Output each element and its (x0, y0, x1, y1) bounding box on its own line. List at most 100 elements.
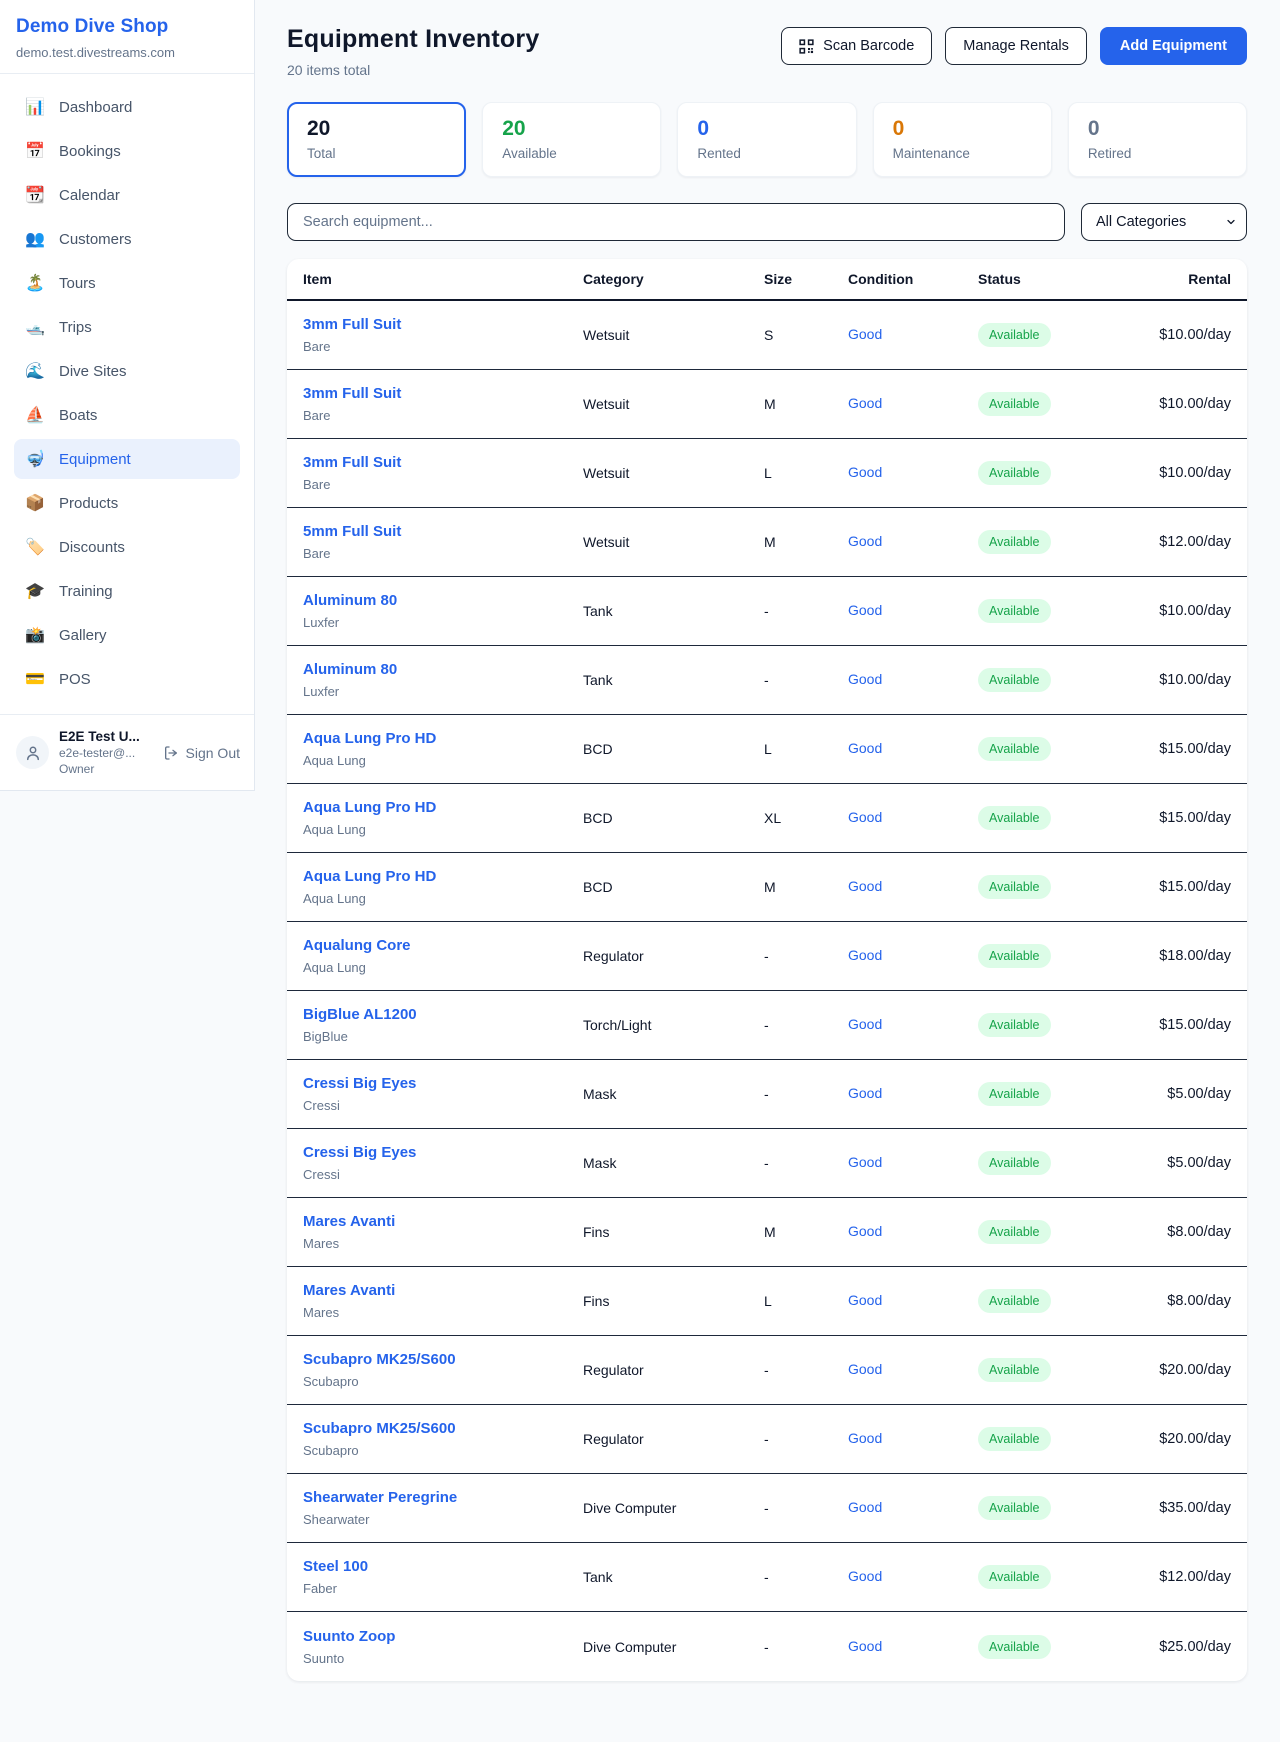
item-name-link[interactable]: Aluminum 80 (303, 661, 397, 678)
condition-link[interactable]: Good (848, 533, 882, 549)
item-name-link[interactable]: Aqualung Core (303, 937, 411, 954)
item-size: - (764, 1639, 848, 1655)
item-name-link[interactable]: BigBlue AL1200 (303, 1006, 417, 1023)
sidebar-item-calendar[interactable]: 📆Calendar (14, 175, 240, 215)
condition-link[interactable]: Good (848, 1016, 882, 1032)
scan-barcode-button[interactable]: Scan Barcode (781, 27, 932, 65)
people-icon: 👥 (24, 229, 46, 249)
item-brand: Bare (303, 408, 583, 423)
item-name-link[interactable]: Cressi Big Eyes (303, 1075, 416, 1092)
sidebar-item-label: Dashboard (59, 99, 132, 116)
condition-link[interactable]: Good (848, 1430, 882, 1446)
sidebar-item-label: Dive Sites (59, 363, 127, 380)
status-badge: Available (978, 1220, 1051, 1244)
condition-link[interactable]: Good (848, 1361, 882, 1377)
status-badge: Available (978, 875, 1051, 899)
stat-card-rented[interactable]: 0 Rented (677, 102, 856, 177)
stat-label: Maintenance (893, 146, 1032, 161)
condition-link[interactable]: Good (848, 1638, 882, 1654)
condition-link[interactable]: Good (848, 395, 882, 411)
stat-card-maintenance[interactable]: 0 Maintenance (873, 102, 1052, 177)
item-name-link[interactable]: Mares Avanti (303, 1213, 395, 1230)
stat-card-total[interactable]: 20 Total (287, 102, 466, 177)
condition-link[interactable]: Good (848, 326, 882, 342)
item-name-link[interactable]: Aqua Lung Pro HD (303, 799, 436, 816)
item-size: XL (764, 810, 848, 826)
item-category: Dive Computer (583, 1500, 764, 1516)
condition-link[interactable]: Good (848, 947, 882, 963)
add-equipment-button[interactable]: Add Equipment (1100, 27, 1247, 65)
sidebar-item-discounts[interactable]: 🏷️Discounts (14, 527, 240, 567)
table-row: BigBlue AL1200BigBlue Torch/Light - Good… (287, 991, 1247, 1060)
sidebar-item-trips[interactable]: 🛥️Trips (14, 307, 240, 347)
tearoff-calendar-icon: 📆 (24, 185, 46, 205)
table-row: Aluminum 80Luxfer Tank - Good Available … (287, 646, 1247, 715)
condition-link[interactable]: Good (848, 464, 882, 480)
condition-link[interactable]: Good (848, 809, 882, 825)
condition-link[interactable]: Good (848, 1568, 882, 1584)
sidebar-item-dashboard[interactable]: 📊Dashboard (14, 87, 240, 127)
sidebar-item-customers[interactable]: 👥Customers (14, 219, 240, 259)
item-name-link[interactable]: 5mm Full Suit (303, 523, 401, 540)
item-name-link[interactable]: Aqua Lung Pro HD (303, 730, 436, 747)
item-name-link[interactable]: 3mm Full Suit (303, 316, 401, 333)
sidebar-item-label: Boats (59, 407, 97, 424)
sidebar-item-training[interactable]: 🎓Training (14, 571, 240, 611)
item-brand: Cressi (303, 1167, 583, 1182)
user-area: E2E Test U... e2e-tester@... Owner Sign … (0, 714, 254, 790)
search-input[interactable] (287, 203, 1065, 241)
item-name-link[interactable]: Shearwater Peregrine (303, 1489, 457, 1506)
condition-link[interactable]: Good (848, 602, 882, 618)
item-name-link[interactable]: 3mm Full Suit (303, 385, 401, 402)
condition-link[interactable]: Good (848, 1085, 882, 1101)
rental-price: $8.00/day (1138, 1293, 1231, 1309)
sidebar-item-dive-sites[interactable]: 🌊Dive Sites (14, 351, 240, 391)
sidebar-item-pos[interactable]: 💳POS (14, 659, 240, 699)
sidebar-item-equipment[interactable]: 🤿Equipment (14, 439, 240, 479)
sign-out-button[interactable]: Sign Out (163, 745, 240, 761)
item-name-link[interactable]: Cressi Big Eyes (303, 1144, 416, 1161)
condition-link[interactable]: Good (848, 1499, 882, 1515)
condition-link[interactable]: Good (848, 1223, 882, 1239)
stat-value: 0 (893, 117, 1032, 141)
sidebar-item-tours[interactable]: 🏝️Tours (14, 263, 240, 303)
rental-price: $18.00/day (1138, 948, 1231, 964)
item-brand: Suunto (303, 1651, 583, 1666)
item-name-link[interactable]: Scubapro MK25/S600 (303, 1351, 456, 1368)
item-size: M (764, 1224, 848, 1240)
condition-link[interactable]: Good (848, 1154, 882, 1170)
item-name-link[interactable]: Mares Avanti (303, 1282, 395, 1299)
item-size: S (764, 327, 848, 343)
stat-label: Rented (697, 146, 836, 161)
status-badge: Available (978, 806, 1051, 830)
item-category: Tank (583, 1569, 764, 1585)
table-row: Aqualung CoreAqua Lung Regulator - Good … (287, 922, 1247, 991)
condition-link[interactable]: Good (848, 671, 882, 687)
brand-link[interactable]: Demo Dive Shop (16, 16, 236, 38)
category-select[interactable]: All Categories (1081, 203, 1247, 241)
condition-link[interactable]: Good (848, 878, 882, 894)
item-category: Fins (583, 1293, 764, 1309)
condition-link[interactable]: Good (848, 1292, 882, 1308)
sidebar-item-bookings[interactable]: 📅Bookings (14, 131, 240, 171)
condition-link[interactable]: Good (848, 740, 882, 756)
sidebar-item-gallery[interactable]: 📸Gallery (14, 615, 240, 655)
sidebar-item-boats[interactable]: ⛵Boats (14, 395, 240, 435)
item-category: Regulator (583, 948, 764, 964)
item-brand: Aqua Lung (303, 960, 583, 975)
item-name-link[interactable]: Suunto Zoop (303, 1628, 395, 1645)
item-name-link[interactable]: 3mm Full Suit (303, 454, 401, 471)
stat-card-retired[interactable]: 0 Retired (1068, 102, 1247, 177)
item-name-link[interactable]: Aqua Lung Pro HD (303, 868, 436, 885)
item-name-link[interactable]: Steel 100 (303, 1558, 368, 1575)
item-name-link[interactable]: Aluminum 80 (303, 592, 397, 609)
stat-card-available[interactable]: 20 Available (482, 102, 661, 177)
manage-rentals-button[interactable]: Manage Rentals (945, 27, 1087, 65)
item-size: - (764, 948, 848, 964)
item-name-link[interactable]: Scubapro MK25/S600 (303, 1420, 456, 1437)
item-size: M (764, 396, 848, 412)
item-category: BCD (583, 741, 764, 757)
item-brand: Cressi (303, 1098, 583, 1113)
item-size: - (764, 1086, 848, 1102)
sidebar-item-products[interactable]: 📦Products (14, 483, 240, 523)
